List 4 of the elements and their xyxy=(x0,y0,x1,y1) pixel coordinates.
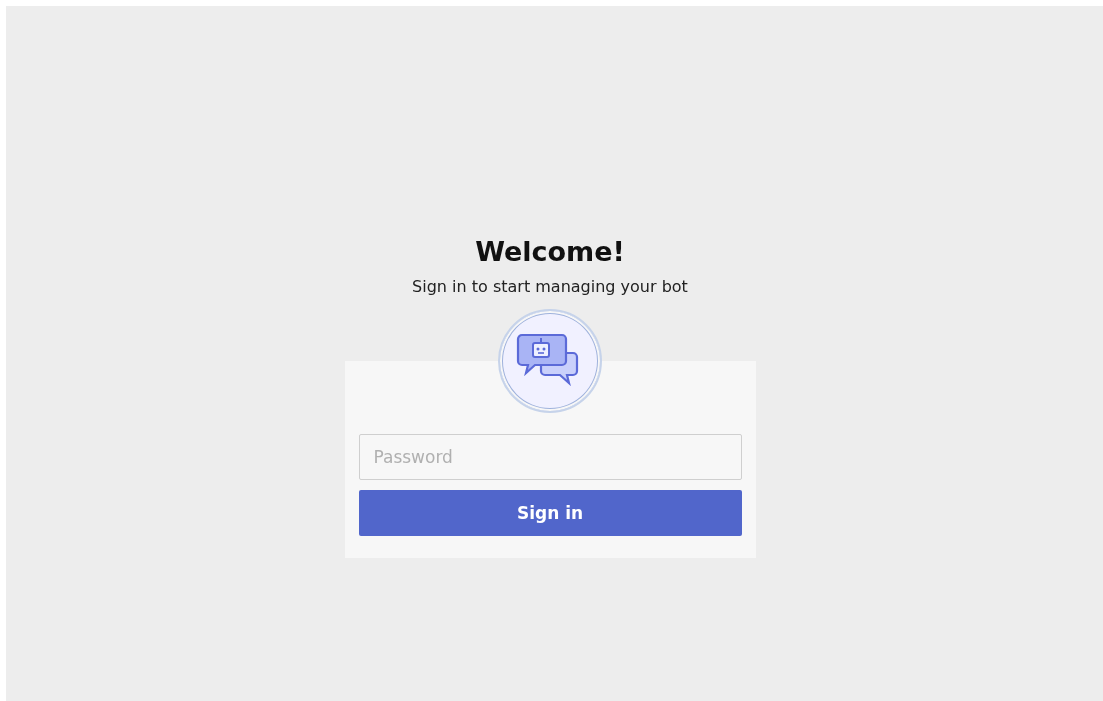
welcome-heading: Welcome! xyxy=(475,235,625,269)
subtitle: Sign in to start managing your bot xyxy=(412,277,688,297)
sign-in-button[interactable]: Sign in xyxy=(358,490,742,536)
password-field[interactable]: Password xyxy=(358,434,742,480)
